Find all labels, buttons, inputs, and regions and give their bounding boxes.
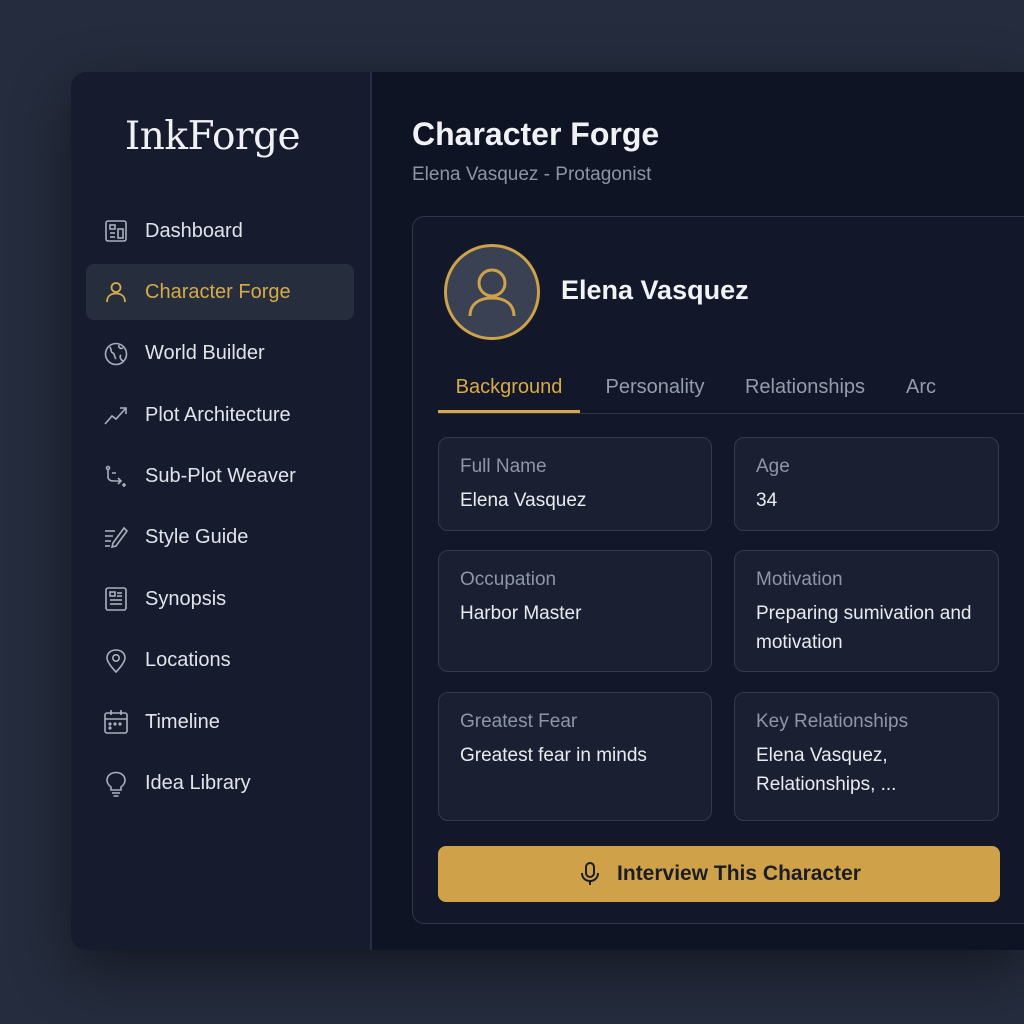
field-value: Preparing sumivation and motivation: [756, 603, 972, 653]
field-label: Full Name: [460, 456, 547, 477]
field-motivation[interactable]: Motivation Preparing sumivation and moti…: [734, 550, 999, 672]
field-label: Motivation: [756, 569, 843, 590]
field-label: Key Relationships: [756, 711, 909, 732]
sidebar-item-dashboard[interactable]: Dashboard: [86, 203, 354, 259]
trend-line-icon: [102, 401, 130, 429]
field-label: Occupation: [460, 569, 557, 590]
interview-character-button[interactable]: Interview This Character: [438, 846, 1000, 902]
sidebar-item-character-forge[interactable]: Character Forge: [86, 264, 354, 321]
branch-icon: [102, 463, 130, 491]
page-subtitle: Elena Vasquez - Protagonist: [412, 164, 652, 185]
field-greatest-fear[interactable]: Greatest Fear Greatest fear in minds: [438, 692, 712, 821]
sidebar-item-idea-library[interactable]: Idea Library: [86, 756, 354, 812]
field-occupation[interactable]: Occupation Harbor Master: [438, 550, 712, 672]
sidebar-item-label: Plot Architecture: [145, 403, 291, 426]
document-icon: [102, 585, 130, 613]
character-card: Elena Vasquez Background Personality Rel…: [412, 216, 1024, 924]
sidebar-item-plot-architecture[interactable]: Plot Architecture: [86, 387, 354, 443]
sidebar: InkForge Dashboard Character Forge World…: [71, 72, 372, 950]
sidebar-item-label: Dashboard: [145, 219, 243, 242]
sidebar-item-timeline[interactable]: Timeline: [86, 694, 354, 750]
field-label: Age: [756, 456, 790, 477]
microphone-icon: [577, 861, 603, 887]
app-window: InkForge Dashboard Character Forge World…: [71, 72, 1024, 950]
sidebar-item-label: World Builder: [145, 342, 265, 365]
interview-button-label: Interview This Character: [617, 862, 861, 885]
sidebar-item-world-builder[interactable]: World Builder: [86, 326, 354, 382]
lightbulb-icon: [102, 770, 130, 798]
sidebar-item-label: Idea Library: [145, 772, 251, 795]
sidebar-item-style-guide[interactable]: Style Guide: [86, 510, 354, 566]
field-key-relationships[interactable]: Key Relationships Elena Vasquez, Relatio…: [734, 692, 999, 821]
sidebar-item-locations[interactable]: Locations: [86, 633, 354, 689]
sidebar-item-label: Locations: [145, 649, 231, 672]
calendar-icon: [102, 708, 130, 736]
sidebar-item-label: Sub-Plot Weaver: [145, 465, 296, 488]
sidebar-item-synopsis[interactable]: Synopsis: [86, 571, 354, 627]
field-value: Elena Vasquez, Relationships, ...: [756, 745, 897, 795]
main-content: Character Forge Elena Vasquez - Protagon…: [372, 72, 1024, 950]
character-name: Elena Vasquez: [561, 275, 749, 305]
map-pin-icon: [102, 647, 130, 675]
tab-background[interactable]: Background: [438, 367, 580, 413]
field-label: Greatest Fear: [460, 711, 578, 732]
field-value: Greatest fear in minds: [460, 745, 647, 766]
tab-relationships[interactable]: Relationships: [742, 367, 868, 413]
user-icon: [102, 278, 130, 306]
page-title: Character Forge: [412, 116, 660, 152]
field-age[interactable]: Age 34: [734, 437, 999, 531]
tab-personality[interactable]: Personality: [601, 367, 709, 413]
pen-lines-icon: [102, 524, 130, 552]
sidebar-item-label: Synopsis: [145, 587, 227, 610]
user-avatar-icon: [468, 268, 516, 317]
sidebar-item-sub-plot-weaver[interactable]: Sub-Plot Weaver: [86, 449, 354, 505]
app-logo: InkForge: [124, 114, 301, 159]
field-value: Elena Vasquez: [460, 490, 587, 511]
field-full-name[interactable]: Full Name Elena Vasquez: [438, 437, 712, 531]
sidebar-item-label: Style Guide: [145, 526, 249, 549]
character-tabs: Background Personality Relationships Arc: [438, 367, 1024, 414]
globe-icon: [102, 340, 130, 368]
sidebar-item-label: Timeline: [145, 710, 220, 733]
avatar: [444, 244, 540, 340]
sidebar-item-label: Character Forge: [145, 280, 291, 303]
sidebar-nav: Dashboard Character Forge World Builder …: [86, 203, 354, 817]
dashboard-icon: [102, 217, 130, 245]
field-value: Harbor Master: [460, 603, 582, 624]
tab-arc[interactable]: Arc: [904, 367, 938, 413]
field-value: 34: [756, 490, 778, 511]
